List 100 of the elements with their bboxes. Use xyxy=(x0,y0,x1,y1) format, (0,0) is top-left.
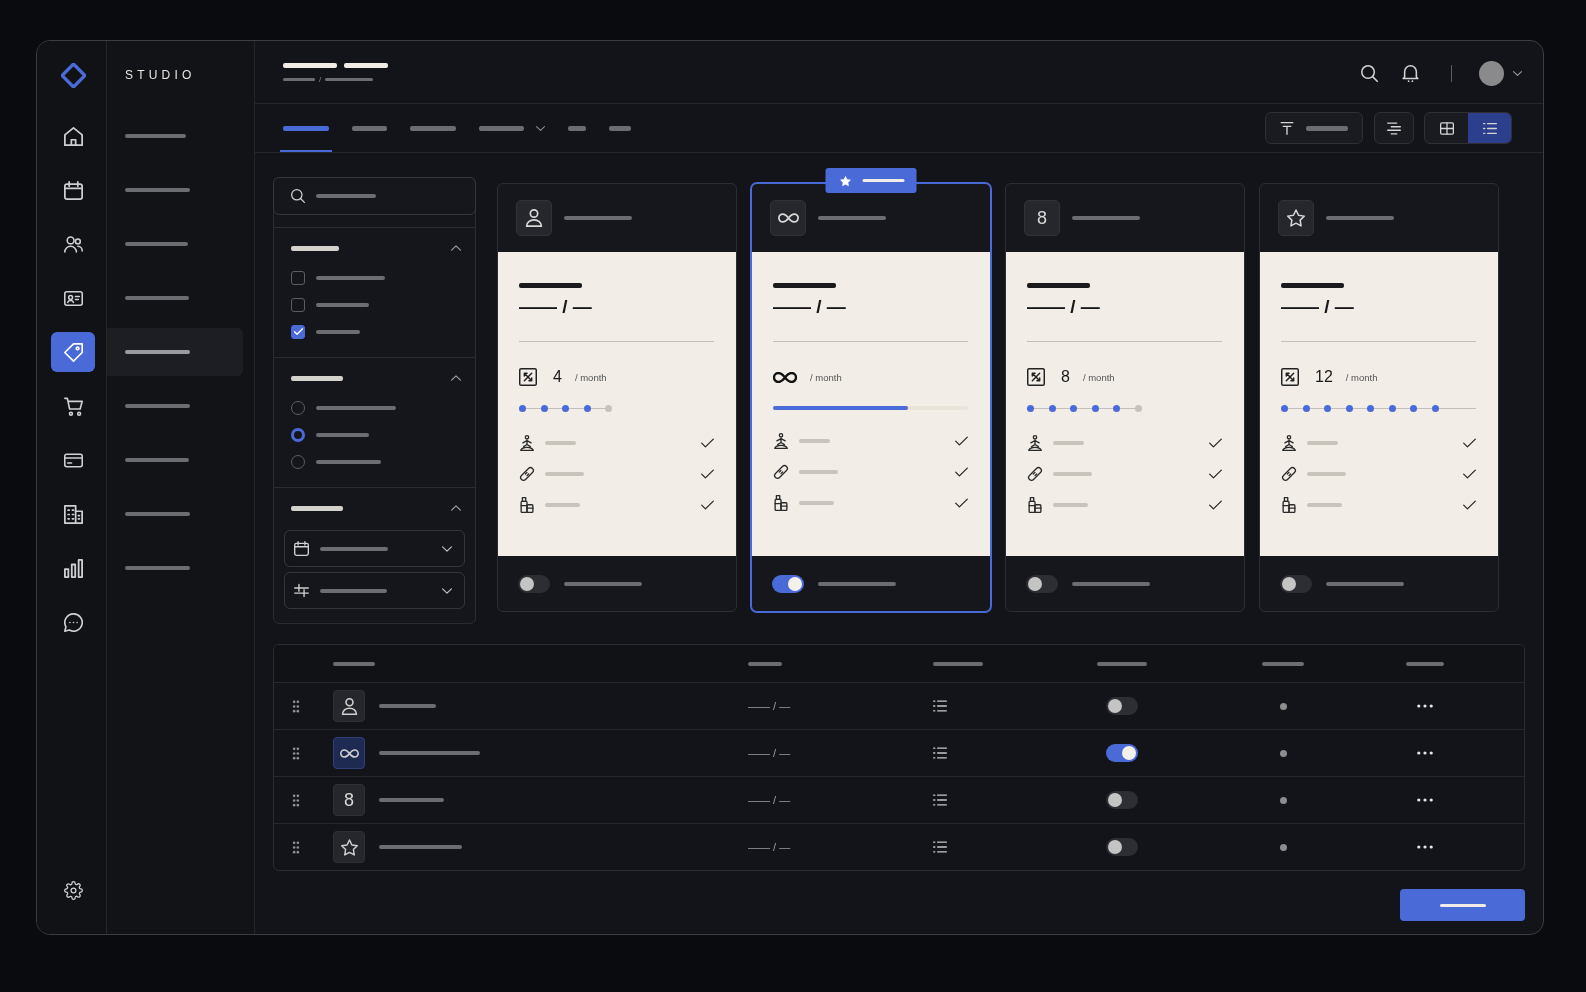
text-placeholder xyxy=(125,350,190,354)
more-icon[interactable] xyxy=(1417,704,1433,708)
meditation-icon xyxy=(1027,434,1043,451)
text-placeholder xyxy=(1281,283,1344,288)
bottles-icon xyxy=(773,494,789,511)
view-button[interactable] xyxy=(1468,113,1511,143)
list-icon[interactable] xyxy=(933,841,947,853)
text-placeholder xyxy=(283,125,329,131)
avatar[interactable] xyxy=(1479,60,1504,86)
unit-label: / month xyxy=(1082,371,1115,383)
text-placeholder xyxy=(379,704,436,708)
text-placeholder xyxy=(410,125,456,131)
text-placeholder xyxy=(862,179,905,182)
drag-handle-icon[interactable] xyxy=(292,840,300,854)
tag-icon xyxy=(63,342,83,362)
list-icon[interactable] xyxy=(933,747,947,759)
person-icon xyxy=(516,200,552,236)
users-icon xyxy=(63,234,83,254)
checkbox[interactable] xyxy=(291,324,305,339)
text-placeholder xyxy=(773,283,836,288)
list-icon[interactable] xyxy=(933,794,947,806)
text-placeholder xyxy=(1053,440,1084,445)
text-placeholder xyxy=(283,78,315,81)
text-placeholder xyxy=(352,125,387,131)
text-placeholder xyxy=(1306,125,1348,131)
quota-value: 8 xyxy=(1061,368,1070,386)
text-placeholder xyxy=(316,459,381,464)
toggle-switch[interactable] xyxy=(1106,791,1138,809)
sliders-icon xyxy=(294,583,309,598)
sort-button[interactable] xyxy=(1374,112,1414,144)
chevron-up-icon[interactable] xyxy=(451,245,461,251)
status-dot-icon xyxy=(1279,749,1287,757)
credit-card-icon xyxy=(63,450,83,470)
text-placeholder xyxy=(818,216,886,220)
checkbox[interactable] xyxy=(291,297,305,312)
bottles-icon xyxy=(1027,496,1043,513)
text-placeholder xyxy=(125,242,188,246)
toggle-switch[interactable] xyxy=(1106,744,1138,762)
meditation-icon xyxy=(1281,434,1297,451)
text-placeholder xyxy=(125,512,190,516)
id-card-icon xyxy=(63,288,83,308)
search-field[interactable] xyxy=(273,177,476,215)
drag-handle-icon[interactable] xyxy=(292,699,300,713)
text-placeholder xyxy=(125,404,190,408)
rail-button[interactable] xyxy=(51,332,95,372)
text-placeholder xyxy=(799,438,830,443)
filter-button[interactable] xyxy=(1265,112,1363,144)
bandage-icon xyxy=(519,465,535,482)
checkbox[interactable] xyxy=(291,270,305,285)
toggle-switch[interactable] xyxy=(1106,838,1138,856)
drag-handle-icon[interactable] xyxy=(292,746,300,760)
layout-grid-icon xyxy=(1439,121,1454,135)
quota-value: 12 xyxy=(1315,368,1333,386)
text-placeholder xyxy=(1053,471,1092,476)
bell-icon[interactable] xyxy=(1402,64,1419,82)
more-icon[interactable] xyxy=(1417,798,1433,802)
price-text: —— / — xyxy=(748,794,791,806)
meditation-icon xyxy=(773,432,789,449)
text-placeholder xyxy=(344,62,388,68)
chevron-down-icon[interactable] xyxy=(1513,70,1522,76)
text-placeholder xyxy=(1072,216,1140,220)
primary-button[interactable] xyxy=(1400,889,1525,921)
more-icon[interactable] xyxy=(1417,845,1433,849)
calendar-icon xyxy=(294,541,309,556)
infinity-icon xyxy=(773,371,797,383)
nav-item[interactable] xyxy=(107,328,243,376)
text-placeholder xyxy=(799,469,838,474)
text-placeholder xyxy=(1053,502,1088,507)
star-icon xyxy=(839,174,852,187)
list-icon[interactable] xyxy=(933,700,947,712)
text-type-icon xyxy=(1280,121,1294,135)
dropdown-field[interactable] xyxy=(284,530,465,567)
crossed-box-icon xyxy=(1281,368,1299,386)
radio-button[interactable] xyxy=(291,427,305,442)
price-text: —— / — xyxy=(773,296,846,318)
toggle-switch[interactable] xyxy=(1280,574,1312,593)
dropdown-field[interactable] xyxy=(284,572,465,609)
search-icon xyxy=(291,189,305,203)
text-placeholder xyxy=(1439,903,1486,907)
bottles-icon xyxy=(1281,496,1297,513)
text-placeholder xyxy=(1406,661,1444,666)
cart-icon xyxy=(63,396,83,416)
unit-label: / month xyxy=(1345,371,1378,383)
text-placeholder xyxy=(333,661,375,666)
search-icon[interactable] xyxy=(1361,64,1378,82)
drag-handle-icon[interactable] xyxy=(292,793,300,807)
chevron-up-icon[interactable] xyxy=(451,505,461,511)
text-placeholder xyxy=(799,500,834,505)
text-placeholder xyxy=(379,798,444,802)
toggle-switch[interactable] xyxy=(772,574,804,593)
chevron-up-icon[interactable] xyxy=(451,375,461,381)
price-text: —— / — xyxy=(1281,296,1354,318)
toggle-switch[interactable] xyxy=(1026,574,1058,593)
toggle-switch[interactable] xyxy=(1106,697,1138,715)
more-icon[interactable] xyxy=(1417,751,1433,755)
text-placeholder xyxy=(545,471,584,476)
text-placeholder xyxy=(1027,283,1090,288)
text-placeholder xyxy=(568,125,586,131)
toggle-switch[interactable] xyxy=(518,574,550,593)
unit-label: / month xyxy=(810,371,842,383)
